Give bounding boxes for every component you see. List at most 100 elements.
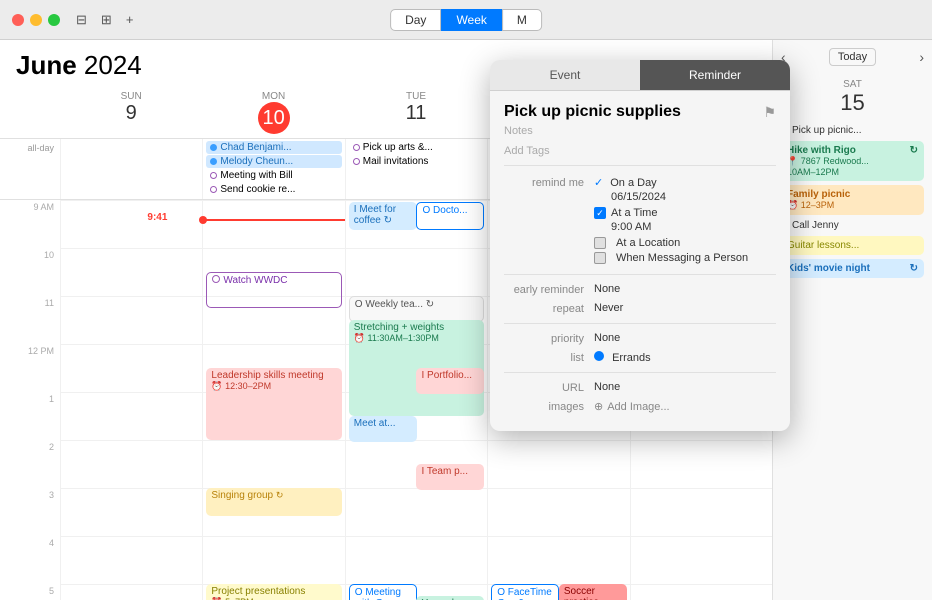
right-event-call-jenny[interactable]: Call Jenny <box>781 219 924 232</box>
list-value[interactable]: Errands <box>594 351 776 364</box>
popup-title-row: Pick up picnic supplies ⚑ <box>504 103 776 121</box>
popup-row-early: early reminder None <box>504 283 776 296</box>
time-labels: 9 AM 10 11 12 PM 1 2 3 4 5 6 <box>0 200 60 600</box>
day-header-mon[interactable]: MON 10 <box>202 87 344 138</box>
event-singing-group[interactable]: Singing group ↻ <box>206 488 341 516</box>
at-a-location-label[interactable]: At a Location <box>616 237 680 249</box>
event-meet-coffee[interactable]: I Meet for coffee ↻ <box>349 202 417 230</box>
popup-row-remind: remind me ✓ On a Day 06/15/2024 ✓ At a T… <box>504 176 776 266</box>
allday-event-melody[interactable]: Melody Cheun... <box>206 155 341 168</box>
divider3 <box>504 372 776 373</box>
allday-event-pickup-arts[interactable]: Pick up arts &... <box>349 141 484 154</box>
early-reminder-label: early reminder <box>504 283 594 296</box>
right-event-guitar[interactable]: Guitar lessons... <box>781 236 924 255</box>
add-image-button[interactable]: ⊕ Add Image... <box>594 400 776 413</box>
month-name: June <box>16 50 77 80</box>
list-label: list <box>504 351 594 364</box>
early-reminder-value[interactable]: None <box>594 283 776 295</box>
allday-cell-tue: Pick up arts &... Mail invitations <box>345 139 487 199</box>
event-doctor[interactable]: O Docto... <box>416 202 484 230</box>
url-label: URL <box>504 381 594 394</box>
divider <box>504 274 776 275</box>
allday-event-chad[interactable]: Chad Benjami... <box>206 141 341 154</box>
checkmark-icon: ✓ <box>594 176 603 189</box>
when-messaging-checkbox-row: When Messaging a Person <box>594 252 776 264</box>
event-project-presentations[interactable]: Project presentations⏰ 5–7PM <box>206 584 341 600</box>
at-a-time-label[interactable]: At a Time <box>611 207 657 219</box>
event-soccer[interactable]: Soccer practice <box>559 584 627 600</box>
week-view-button[interactable]: Week <box>441 9 501 31</box>
allday-event-mail-invitations[interactable]: Mail invitations <box>349 155 484 168</box>
images-label: images <box>504 400 594 413</box>
right-event-hike[interactable]: Hike with Rigo ↻ 📍 7867 Redwood... 10AM–… <box>781 141 924 181</box>
at-a-time-checkbox[interactable]: ✓ <box>594 207 606 219</box>
event-watch-wwdc[interactable]: Watch WWDC <box>206 272 341 308</box>
tab-reminder[interactable]: Reminder <box>640 60 790 90</box>
minimize-button[interactable] <box>30 14 42 26</box>
plus-circle-icon: ⊕ <box>594 400 603 413</box>
day-col-mon[interactable]: 9:41 Watch WWDC Leadership skills meetin… <box>202 200 344 600</box>
main-content: June 2024 SUN 9 MON 10 TUE 11 WED <box>0 40 932 600</box>
event-meet-at[interactable]: Meet at... <box>349 416 417 442</box>
event-dot <box>210 144 217 151</box>
priority-value[interactable]: None <box>594 332 776 344</box>
when-messaging-checkbox[interactable] <box>594 252 606 264</box>
month-view-button[interactable]: M <box>502 9 542 31</box>
add-tags-label[interactable]: Add Tags <box>504 145 550 157</box>
right-event-kids-movie[interactable]: Kids' movie night ↻ <box>781 259 924 278</box>
event-dot <box>353 144 360 151</box>
when-messaging-label[interactable]: When Messaging a Person <box>616 252 748 264</box>
event-leadership[interactable]: Leadership skills meeting⏰ 12:30–2PM <box>206 368 341 440</box>
maximize-button[interactable] <box>48 14 60 26</box>
allday-cell-sun <box>60 139 202 199</box>
remind-me-content: ✓ On a Day 06/15/2024 ✓ At a Time 9:00 A… <box>594 176 776 266</box>
right-event-family-picnic[interactable]: Family picnic ⏰ 12–3PM <box>781 185 924 215</box>
titlebar: ⊟ ⊞ + Day Week M <box>0 0 932 40</box>
popup-notes[interactable]: Notes <box>504 125 776 137</box>
remind-me-label: remind me <box>504 176 594 189</box>
at-a-location-checkbox-row: At a Location <box>594 237 776 249</box>
year: 2024 <box>84 50 142 80</box>
allday-event-meeting-bill[interactable]: Meeting with Bill <box>206 169 341 182</box>
event-facetime[interactable]: O FaceTime Gr... ↻ <box>491 584 559 600</box>
popup-body: Pick up picnic supplies ⚑ Notes Add Tags… <box>490 91 790 431</box>
allday-event-send-cookie[interactable]: Send cookie re... <box>206 183 341 196</box>
at-a-time-value: 9:00 AM <box>594 221 776 233</box>
day-header-sun[interactable]: SUN 9 <box>60 87 202 138</box>
inbox-icon[interactable]: ⊞ <box>101 12 112 28</box>
close-button[interactable] <box>12 14 24 26</box>
mini-today-button[interactable]: Today <box>829 48 876 66</box>
titlebar-icons: ⊟ ⊞ + <box>76 12 133 28</box>
sidebar-toggle-icon[interactable]: ⊟ <box>76 12 87 28</box>
divider2 <box>504 323 776 324</box>
event-team-p[interactable]: I Team p... <box>416 464 484 490</box>
allday-cell-mon: Chad Benjami... Melody Cheun... Meeting … <box>202 139 344 199</box>
day-view-button[interactable]: Day <box>390 9 441 31</box>
day-header-tue[interactable]: TUE 11 <box>345 87 487 138</box>
event-dot <box>210 186 217 193</box>
right-event-pickup-picnic[interactable]: Pick up picnic... <box>781 124 924 137</box>
tab-event[interactable]: Event <box>490 60 640 90</box>
mini-next-button[interactable]: › <box>919 49 924 65</box>
repeat-value[interactable]: Never <box>594 302 776 314</box>
event-portfolio[interactable]: I Portfolio... <box>416 368 484 394</box>
popup-row-images: images ⊕ Add Image... <box>504 400 776 413</box>
popup-title: Pick up picnic supplies <box>504 103 681 121</box>
add-icon[interactable]: + <box>126 12 134 28</box>
event-meeting-g[interactable]: O Meeting with G... <box>349 584 417 600</box>
on-a-day-checkbox-row: ✓ On a Day <box>594 176 776 189</box>
on-a-day-label[interactable]: On a Day <box>610 177 656 189</box>
list-dot <box>594 351 604 361</box>
event-dot <box>210 158 217 165</box>
url-value[interactable]: None <box>594 381 776 393</box>
event-dot <box>353 158 360 165</box>
on-a-day-date: 06/15/2024 <box>594 191 776 203</box>
day-col-tue[interactable]: I Meet for coffee ↻ O Docto... O Weekly … <box>345 200 487 600</box>
popup-row-list: list Errands <box>504 351 776 364</box>
reminder-popup[interactable]: Event Reminder Pick up picnic supplies ⚑… <box>490 60 790 431</box>
popup-flag-icon[interactable]: ⚑ <box>763 104 776 121</box>
at-a-location-checkbox[interactable] <box>594 237 606 249</box>
event-weekly-tea[interactable]: O Weekly tea... ↻ <box>349 296 484 322</box>
day-col-sun[interactable] <box>60 200 202 600</box>
event-yoga[interactable]: Yoga class📍 Golden Gate Park5:15–6:45PM <box>416 596 484 600</box>
